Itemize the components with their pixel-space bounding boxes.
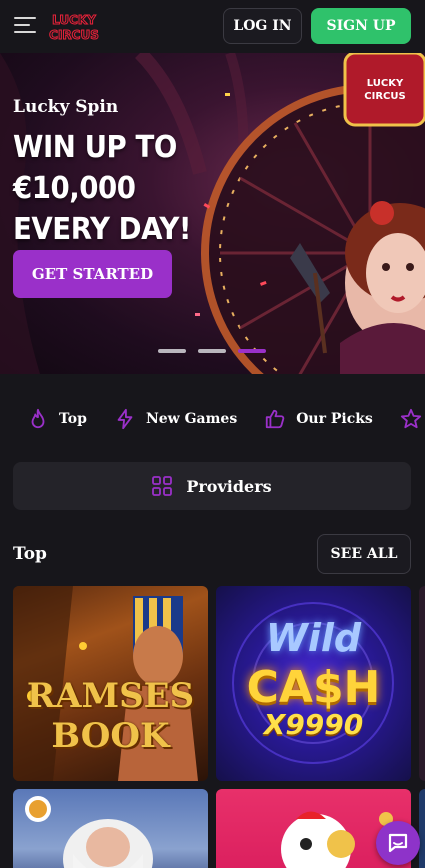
tab-new-games[interactable]: New Games: [114, 398, 237, 440]
hero-title-line-1: WIN UP TO: [13, 130, 177, 165]
game-tile-ramses-book[interactable]: RAMSES BOOK: [13, 586, 208, 781]
get-started-button[interactable]: GET STARTED: [13, 250, 172, 298]
hero-title-line-2: €10,000: [13, 171, 136, 206]
tab-top-label: Top: [59, 411, 87, 427]
category-tabs: Top New Games Our Picks Fr: [0, 398, 425, 440]
thumbs-up-icon: [266, 409, 285, 429]
carousel-dot-3[interactable]: [238, 349, 266, 353]
carousel-dots: [158, 349, 266, 353]
game-tile-partial-2[interactable]: [419, 789, 425, 868]
wild-cash-line-2: CA$H: [246, 662, 381, 713]
svg-text:CIRCUS: CIRCUS: [364, 91, 405, 102]
game-tile-wild-cash[interactable]: Wild CA$H X9990: [216, 586, 411, 781]
game-tile-zeus[interactable]: [13, 789, 208, 868]
hero-title: WIN UP TO €10,000 EVERY DAY!: [13, 127, 253, 250]
login-button[interactable]: LOG IN: [223, 8, 302, 44]
providers-label: Providers: [186, 476, 272, 496]
ramses-book-title: RAMSES BOOK: [26, 676, 195, 756]
carousel-dot-1[interactable]: [158, 349, 186, 353]
wild-cash-line-1: Wild: [265, 616, 362, 660]
flame-icon: [31, 408, 45, 429]
tab-top[interactable]: Top: [27, 398, 87, 440]
svg-text:LUCKY: LUCKY: [52, 13, 96, 27]
tab-new-games-label: New Games: [145, 411, 238, 427]
see-all-button[interactable]: SEE ALL: [317, 534, 411, 574]
tab-fr[interactable]: Fr: [400, 398, 425, 440]
zeus-art: [25, 796, 153, 868]
hero-subtitle: Lucky Spin: [13, 97, 119, 117]
star-icon: [400, 408, 421, 429]
carousel-dot-2[interactable]: [198, 349, 226, 353]
lightning-icon: [117, 408, 133, 430]
wild-cash-line-3: X9990: [263, 708, 364, 741]
hero-title-line-3: EVERY DAY!: [13, 212, 192, 247]
app-root: LUCKY CIRCUS LOG IN SIGN UP LUCKY CIRCUS…: [0, 0, 425, 868]
game-tile-partial-1[interactable]: [419, 586, 425, 781]
chat-icon: [388, 833, 408, 853]
tab-our-picks-label: Our Picks: [296, 411, 373, 427]
tab-our-picks[interactable]: Our Picks: [264, 398, 373, 440]
chat-support-button[interactable]: [376, 821, 420, 865]
hero-banner[interactable]: LUCKY CIRCUS Lucky Spin WIN UP TO €10,00…: [0, 53, 425, 374]
svg-text:CIRCUS: CIRCUS: [49, 28, 99, 42]
menu-icon[interactable]: [14, 17, 36, 35]
top-bar: LUCKY CIRCUS LOG IN SIGN UP: [0, 0, 425, 53]
lucky-circus-logo[interactable]: LUCKY CIRCUS: [47, 8, 102, 46]
signup-button[interactable]: SIGN UP: [311, 8, 411, 44]
svg-text:LUCKY: LUCKY: [367, 78, 404, 89]
grid-icon: [152, 476, 173, 496]
providers-button[interactable]: Providers: [13, 462, 411, 510]
section-title: Top: [13, 544, 47, 564]
